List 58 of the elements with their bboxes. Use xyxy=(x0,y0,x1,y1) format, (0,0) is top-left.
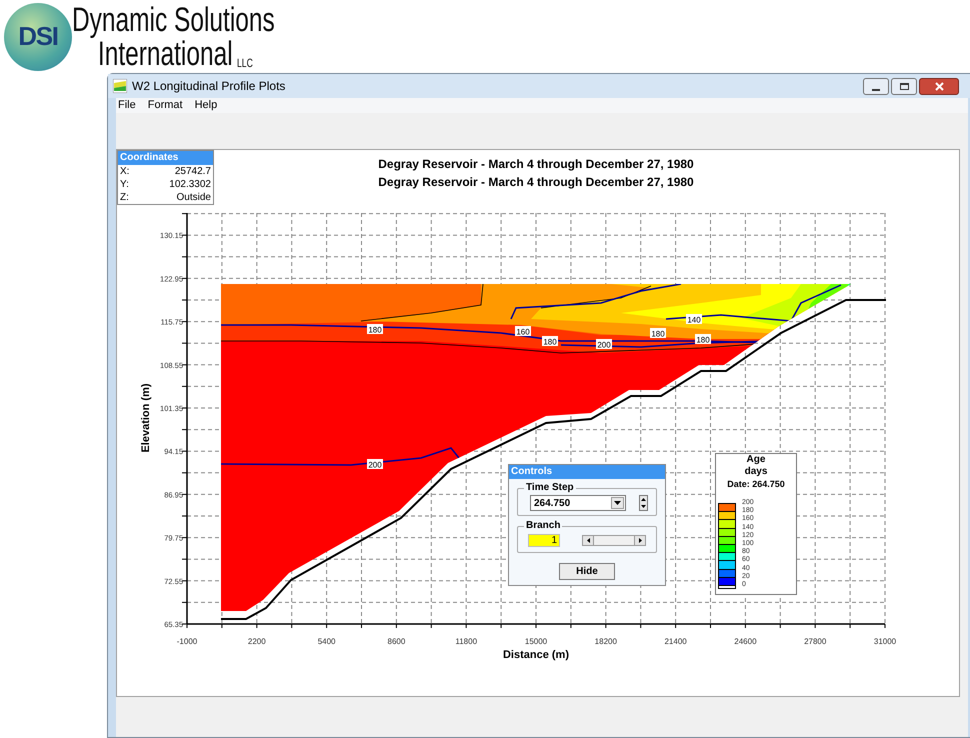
x-tick-label: -1000 xyxy=(176,637,198,646)
x-tick-label: 11800 xyxy=(455,637,478,646)
down-arrow-icon xyxy=(641,505,646,508)
x-tick-label: 5400 xyxy=(318,637,336,646)
x-tick-label: 27800 xyxy=(804,637,826,646)
legend-title: Age xyxy=(746,454,766,465)
x-tick-label: 31000 xyxy=(874,637,896,646)
logo-suffix: LLC xyxy=(236,56,253,70)
x-tick-label: 21400 xyxy=(664,637,687,646)
plot-title: Degray Reservoir - March 4 through December 27, 1980 xyxy=(378,157,694,171)
close-button[interactable] xyxy=(919,78,959,94)
contour-label: 200 xyxy=(596,339,612,350)
panel-title: Controls xyxy=(509,465,665,479)
contour-label: 180 xyxy=(695,334,711,344)
menu-item[interactable]: File xyxy=(118,97,136,114)
logo-text: International xyxy=(98,36,233,70)
y-axis-label: Elevation (m) xyxy=(140,383,152,453)
close-icon xyxy=(934,82,944,90)
logo-globe: DSI xyxy=(4,2,72,70)
window-title: W2 Longitudinal Profile Plots xyxy=(132,78,286,95)
contour-label: 180 xyxy=(367,324,383,334)
coordinate-label: Z: xyxy=(120,191,129,204)
hide-button[interactable]: Hide xyxy=(559,563,615,580)
contour-label: 160 xyxy=(515,326,531,336)
up-arrow-icon xyxy=(641,498,646,501)
contour-label: 180 xyxy=(650,328,666,338)
coordinate-value: Outside xyxy=(176,191,211,204)
app-icon xyxy=(113,79,127,93)
branch-scrollbar[interactable] xyxy=(582,535,646,546)
maximize-button[interactable] xyxy=(891,78,917,94)
x-tick-label: 8600 xyxy=(388,637,406,646)
caret-icon xyxy=(614,501,621,505)
logo-text: Dynamic Solutions xyxy=(72,2,275,36)
legend-date: Date: 264.750 xyxy=(727,478,785,491)
plot-title: Degray Reservoir - March 4 through December 27, 1980 xyxy=(378,175,694,189)
branch-field[interactable]: 1 xyxy=(528,534,560,547)
time-step-dropdown[interactable]: 264.750 xyxy=(530,495,626,511)
x-tick-label: 18200 xyxy=(594,637,617,646)
panel-title: Coordinates xyxy=(118,151,213,165)
contour-label: 200 xyxy=(367,459,383,470)
left-arrow-icon xyxy=(586,538,590,543)
x-tick-label: 24600 xyxy=(734,637,757,646)
legend-unit: days xyxy=(744,465,768,478)
right-arrow-icon xyxy=(638,538,642,543)
contour-label: 140 xyxy=(686,314,702,324)
minimize-button[interactable] xyxy=(863,78,889,94)
x-tick-label: 15000 xyxy=(524,637,548,646)
coordinate-label: Y: xyxy=(120,178,129,191)
menu-item[interactable]: Help xyxy=(194,97,218,114)
x-tick-label: 2200 xyxy=(248,637,266,646)
spin-button[interactable] xyxy=(639,495,648,511)
group-label: Time Step xyxy=(524,482,576,494)
coordinate-label: X: xyxy=(120,165,130,178)
menu-item[interactable]: Format xyxy=(148,97,183,114)
contour-label: 180 xyxy=(542,336,558,346)
coordinate-value: 25742.7 xyxy=(174,165,211,178)
x-axis-label: Distance (m) xyxy=(502,649,570,661)
coordinate-value: 102.3302 xyxy=(169,178,211,191)
